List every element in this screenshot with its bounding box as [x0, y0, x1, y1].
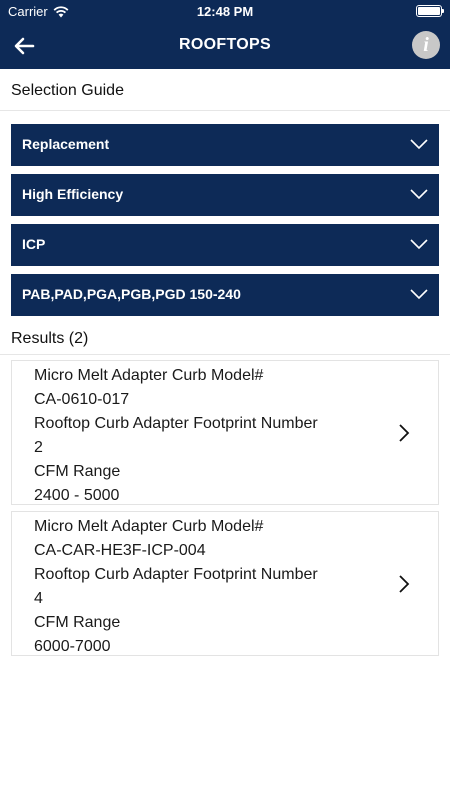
- dropdown-replacement[interactable]: Replacement: [11, 124, 439, 166]
- nav-bar: ROOFTOPS i: [0, 22, 450, 69]
- chevron-down-icon: [410, 289, 428, 300]
- results-heading: Results (2): [11, 330, 89, 347]
- chevron-down-icon: [410, 139, 428, 150]
- status-bar: Carrier 12:48 PM: [0, 0, 450, 22]
- result-item[interactable]: Micro Melt Adapter Curb Model# CA-0610-0…: [11, 360, 439, 505]
- battery-icon: [416, 5, 444, 17]
- footprint-label: Rooftop Curb Adapter Footprint Number: [34, 566, 318, 583]
- dropdown-label: ICP: [22, 236, 46, 252]
- status-time: 12:48 PM: [196, 4, 254, 19]
- cfm-label: CFM Range: [34, 463, 121, 480]
- footprint-label: Rooftop Curb Adapter Footprint Number: [34, 415, 318, 432]
- cfm-label: CFM Range: [34, 614, 121, 631]
- footprint-value: 2: [34, 439, 43, 456]
- chevron-down-icon: [410, 189, 428, 200]
- dropdown-model-series[interactable]: PAB,PAD,PGA,PGB,PGD 150-240: [11, 274, 439, 316]
- result-item[interactable]: Micro Melt Adapter Curb Model# CA-CAR-HE…: [11, 511, 439, 656]
- model-label: Micro Melt Adapter Curb Model#: [34, 367, 264, 384]
- result-text: Micro Melt Adapter Curb Model# CA-0610-0…: [34, 364, 374, 508]
- model-value: CA-0610-017: [34, 391, 130, 408]
- cfm-value: 2400 - 5000: [34, 487, 120, 504]
- chevron-right-icon: [399, 424, 410, 442]
- footprint-value: 4: [34, 590, 43, 607]
- model-value: CA-CAR-HE3F-ICP-004: [34, 542, 206, 559]
- divider: [0, 354, 450, 355]
- divider: [0, 110, 450, 111]
- dropdown-label: PAB,PAD,PGA,PGB,PGD 150-240: [22, 286, 241, 302]
- dropdown-icp[interactable]: ICP: [11, 224, 439, 266]
- model-label: Micro Melt Adapter Curb Model#: [34, 518, 264, 535]
- chevron-down-icon: [410, 239, 428, 250]
- dropdown-label: Replacement: [22, 136, 110, 152]
- result-text: Micro Melt Adapter Curb Model# CA-CAR-HE…: [34, 515, 374, 659]
- selection-guide-heading: Selection Guide: [11, 82, 124, 99]
- cfm-value: 6000-7000: [34, 638, 111, 655]
- page-title: ROOFTOPS: [179, 36, 271, 53]
- chevron-right-icon: [399, 575, 410, 593]
- info-icon[interactable]: i: [412, 31, 440, 59]
- dropdown-high-efficiency[interactable]: High Efficiency: [11, 174, 439, 216]
- dropdown-label: High Efficiency: [22, 186, 124, 202]
